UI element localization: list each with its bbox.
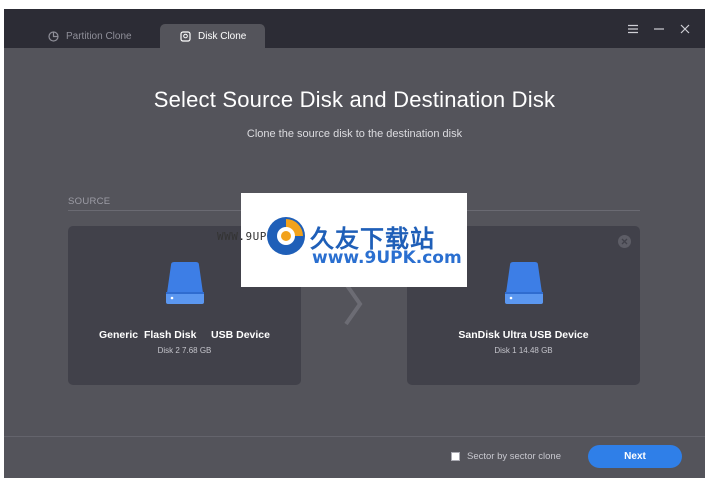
next-button[interactable]: Next xyxy=(588,445,682,468)
destination-disk-name: SanDisk Ultra USB Device xyxy=(458,329,589,341)
tab-partition-clone[interactable]: Partition Clone xyxy=(48,24,132,48)
sector-clone-label: Sector by sector clone xyxy=(467,451,561,462)
tab-label: Partition Clone xyxy=(66,30,132,42)
source-disk-name: Generic Flash Disk USB Device xyxy=(99,329,270,341)
close-icon[interactable] xyxy=(679,22,691,34)
sector-clone-option[interactable]: Sector by sector clone xyxy=(451,451,561,462)
remove-disk-icon[interactable] xyxy=(618,235,631,248)
watermark-url: www.9UPK.com xyxy=(312,248,462,268)
usb-disk-icon xyxy=(503,261,545,310)
sector-clone-checkbox[interactable] xyxy=(451,452,460,461)
title-bar: Partition Clone Disk Clone xyxy=(4,9,705,48)
watermark-logo-icon xyxy=(267,217,305,255)
usb-disk-icon xyxy=(164,261,206,310)
source-disk-info: Disk 2 7.68 GB xyxy=(157,346,212,355)
chevron-right-icon xyxy=(344,282,363,326)
page-title: Select Source Disk and Destination Disk xyxy=(153,87,556,112)
tab-label: Disk Clone xyxy=(198,30,247,42)
minimize-icon[interactable] xyxy=(653,22,665,34)
tab-disk-clone[interactable]: Disk Clone xyxy=(160,24,265,48)
menu-icon[interactable] xyxy=(627,22,639,34)
watermark-overlay: WWW.9UPK.COM 久友下载站 www.9UPK.com xyxy=(217,193,467,287)
destination-disk-info: Disk 1 14.48 GB xyxy=(494,346,553,355)
pie-chart-icon xyxy=(48,30,59,42)
window-controls xyxy=(627,22,691,34)
source-section-label: SOURCE xyxy=(68,196,111,207)
page-subtitle: Clone the source disk to the destination… xyxy=(246,128,463,140)
footer-divider xyxy=(4,436,705,437)
disk-clone-icon xyxy=(180,30,191,42)
